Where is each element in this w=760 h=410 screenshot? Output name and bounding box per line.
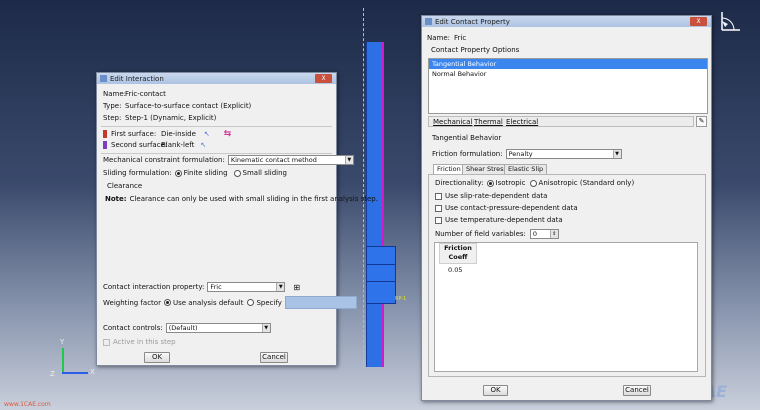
edit-region-icon[interactable]: ↖ [200, 141, 206, 149]
clearance-note: Note: Clearance can only be used with sm… [105, 195, 378, 203]
interaction-step: Step-1 (Dynamic, Explicit) [125, 114, 217, 122]
field-variables-row: Number of field variables: 0 ⇕ [435, 229, 559, 239]
table-cell[interactable]: 0.05 [439, 265, 477, 276]
mechanical-constraint-select[interactable]: Kinematic contact method ▼ [227, 155, 354, 165]
dialog-title: Edit Contact Property [435, 17, 510, 26]
friction-data-table: Friction Coeff 0.05 [434, 242, 698, 372]
mechanical-constraint-row: Mechanical constraint formulation: Kinem… [103, 155, 354, 165]
slip-rate-checkbox[interactable] [435, 192, 442, 200]
options-heading: Contact Property Options [431, 46, 520, 54]
edit-contact-property-titlebar[interactable]: Edit Contact Property X [422, 16, 711, 27]
table-header: Friction Coeff [439, 243, 477, 264]
close-button[interactable]: X [690, 17, 707, 26]
window-icon [425, 18, 432, 25]
axis-triad: Y X Z [50, 338, 102, 382]
use-default-radio[interactable] [163, 299, 171, 306]
list-item[interactable]: Tangential Behavior [429, 59, 707, 69]
swap-surfaces-icon[interactable]: ⇆ [224, 129, 232, 139]
chevron-down-icon: ▼ [261, 324, 270, 332]
chevron-down-icon: ▼ [344, 156, 353, 164]
edit-region-icon[interactable]: ↖ [204, 130, 210, 138]
anisotropic-radio[interactable] [529, 179, 537, 187]
second-surface-row: Second surface: Blank-left ↖ [103, 141, 206, 149]
axis-y-label: Y [60, 338, 65, 346]
close-button[interactable]: X [315, 74, 332, 83]
symmetry-axis-line [363, 8, 364, 368]
property-name: Fric [454, 34, 467, 42]
first-surface-value: Die-inside [161, 130, 196, 138]
section-title: Tangential Behavior [432, 134, 502, 142]
interaction-type: Surface-to-surface contact (Explicit) [125, 102, 252, 110]
step-row: Step: Step-1 (Dynamic, Explicit) [103, 114, 217, 122]
chevron-down-icon: ▼ [276, 283, 285, 291]
surface-marker-icon [103, 130, 107, 138]
edit-option-icon[interactable]: ✎ [696, 116, 707, 127]
axis-z-label: Z [50, 370, 55, 378]
finite-sliding-radio[interactable] [174, 169, 182, 177]
edit-interaction-titlebar[interactable]: Edit Interaction X [97, 73, 336, 84]
axis-x-label: X [90, 368, 95, 376]
tab-elastic-slip[interactable]: Elastic Slip [504, 164, 548, 174]
list-item[interactable]: Normal Behavior [429, 69, 707, 79]
isotropic-radio[interactable] [486, 179, 494, 187]
view-orientation-icon[interactable] [716, 8, 744, 36]
edit-contact-property-dialog: Edit Contact Property X Name: Fric Conta… [421, 15, 712, 401]
create-property-icon[interactable]: ⊞ [293, 283, 300, 292]
temperature-row: Use temperature-dependent data [435, 216, 563, 224]
interaction-name: Fric-contact [125, 90, 166, 98]
spinner-arrows-icon: ⇕ [549, 230, 558, 238]
temperature-checkbox[interactable] [435, 216, 442, 224]
window-icon [100, 75, 107, 82]
menu-bar: Mechanical Thermal Electrical [428, 116, 694, 127]
cancel-button[interactable]: Cancel [260, 352, 288, 363]
reference-point-label: RP-1 [395, 296, 407, 302]
property-options-list: Tangential Behavior Normal Behavior [428, 58, 708, 114]
active-in-step-checkbox[interactable] [103, 338, 110, 346]
cancel-button[interactable]: Cancel [623, 385, 651, 396]
contact-property-row: Contact interaction property: Fric ▼ ⊞ [103, 282, 301, 292]
tab-friction[interactable]: Friction [433, 164, 465, 174]
contact-controls-select[interactable]: (Default) ▼ [165, 323, 271, 333]
menu-mechanical[interactable]: Mechanical [433, 118, 472, 126]
friction-formulation-select[interactable]: Penalty ▼ [505, 149, 622, 159]
contact-property-select[interactable]: Fric ▼ [207, 282, 286, 292]
clearance-tab[interactable]: Clearance [107, 182, 142, 190]
x-axis-icon [62, 372, 88, 374]
sliding-row: Sliding formulation: Finite sliding Smal… [103, 169, 288, 177]
watermark-url: www.1CAE.com [4, 401, 51, 408]
dialog-title: Edit Interaction [110, 74, 164, 83]
blank-part [366, 246, 396, 304]
active-in-step-row: Active in this step [103, 338, 176, 346]
directionality-row: Directionality: Isotropic Anisotropic (S… [435, 179, 635, 187]
contact-surface-highlight [382, 42, 384, 367]
first-surface-row: First surface: Die-inside ↖ ⇆ [103, 129, 231, 139]
slip-rate-row: Use slip-rate-dependent data [435, 192, 547, 200]
second-surface-value: Blank-left [161, 141, 195, 149]
edit-interaction-dialog: Edit Interaction X Name: Fric-contact Ty… [96, 72, 378, 366]
friction-formulation-row: Friction formulation: Penalty ▼ [432, 149, 622, 159]
weighting-row: Weighting factor Use analysis default Sp… [103, 296, 357, 309]
contact-pressure-checkbox[interactable] [435, 204, 442, 212]
name-row: Name: Fric [427, 34, 467, 42]
weighting-value-field[interactable] [284, 296, 357, 309]
surface-marker-icon [103, 141, 107, 149]
menu-thermal[interactable]: Thermal [474, 118, 503, 126]
ok-button[interactable]: OK [144, 352, 170, 363]
small-sliding-radio[interactable] [233, 169, 241, 177]
menu-electrical[interactable]: Electrical [506, 118, 538, 126]
name-row: Name: Fric-contact [103, 90, 166, 98]
chevron-down-icon: ▼ [612, 150, 621, 158]
type-row: Type: Surface-to-surface contact (Explic… [103, 102, 252, 110]
contact-controls-row: Contact controls: (Default) ▼ [103, 323, 271, 333]
field-variables-spinner[interactable]: 0 ⇕ [529, 229, 559, 239]
ok-button[interactable]: OK [483, 385, 508, 396]
specify-radio[interactable] [247, 299, 255, 306]
y-axis-icon [62, 348, 64, 373]
contact-pressure-row: Use contact-pressure-dependent data [435, 204, 578, 212]
